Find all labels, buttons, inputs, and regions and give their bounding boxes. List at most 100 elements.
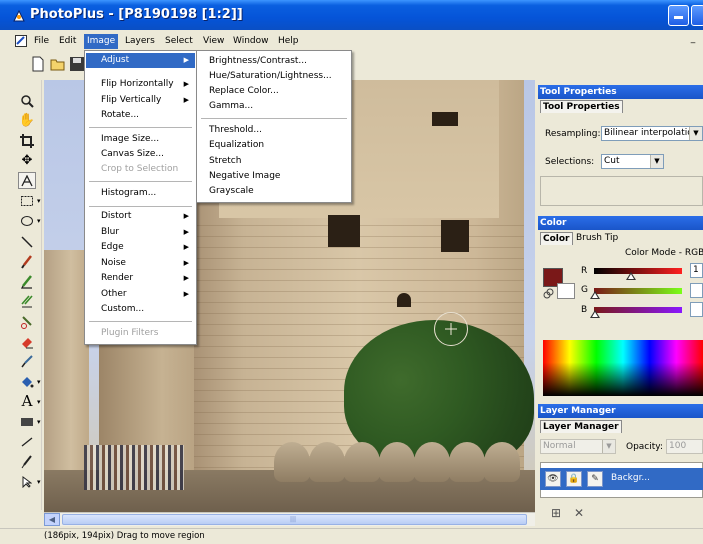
ram-sphinx	[379, 442, 415, 482]
crop-tool-icon[interactable]	[18, 132, 36, 149]
color-spectrum[interactable]	[543, 340, 703, 396]
menu-item-equalization[interactable]: Equalization	[198, 138, 350, 153]
blend-mode-dropdown: Normal ▼	[540, 439, 616, 454]
menu-item-brightness-contrast[interactable]: Brightness/Contrast...	[198, 54, 350, 69]
menu-item-hue-saturation-lightness[interactable]: Hue/Saturation/Lightness...	[198, 69, 350, 84]
menu-separator	[89, 206, 192, 207]
layer-visibility-icon[interactable]: 👁	[545, 471, 561, 487]
swap-colors-icon[interactable]	[543, 288, 554, 299]
background-color-swatch[interactable]	[557, 283, 575, 299]
blue-slider[interactable]	[594, 307, 682, 313]
menu-view[interactable]: View	[200, 34, 227, 49]
straight-line-tool-icon[interactable]	[18, 433, 36, 450]
menu-item-histogram[interactable]: Histogram...	[86, 186, 195, 201]
menu-item-replace-color[interactable]: Replace Color...	[198, 84, 350, 99]
minimize-button[interactable]	[668, 5, 689, 26]
green-slider[interactable]	[594, 288, 682, 294]
wall-window	[328, 215, 360, 247]
menu-file[interactable]: File	[31, 34, 52, 49]
blue-value-input[interactable]	[690, 302, 703, 317]
mdi-minimize-button[interactable]: _	[686, 33, 700, 47]
new-file-icon[interactable]	[30, 56, 46, 72]
menu-item-render[interactable]: Render ▶	[86, 271, 195, 286]
menu-help[interactable]: Help	[275, 34, 302, 49]
menu-item-negative-image[interactable]: Negative Image	[198, 169, 350, 184]
layer-manager-header[interactable]: Layer Manager	[538, 404, 703, 418]
green-slider-thumb[interactable]	[590, 291, 600, 299]
shape-tool-icon[interactable]: ▾	[18, 413, 41, 430]
menu-item-blur[interactable]: Blur ▶	[86, 225, 195, 240]
menu-item-gamma[interactable]: Gamma...	[198, 99, 350, 114]
status-text: (186pix, 194pix) Drag to move region	[44, 531, 205, 541]
color-pickup-tool-icon[interactable]	[18, 453, 36, 470]
color-mode-label: Color Mode - RGB	[625, 248, 703, 258]
menu-item-edge[interactable]: Edge ▶	[86, 240, 195, 255]
menu-item-adjust[interactable]: Adjust ▶	[86, 53, 195, 68]
menu-item-grayscale[interactable]: Grayscale	[198, 184, 350, 199]
color-replace-tool-icon[interactable]	[18, 353, 36, 370]
layer-lock-icon[interactable]: 🔒	[566, 471, 582, 487]
menu-item-flip-vertically[interactable]: Flip Vertically ▶	[86, 93, 195, 108]
menu-item-flip-horizontally[interactable]: Flip Horizontally ▶	[86, 77, 195, 92]
tab-color[interactable]: Color	[540, 232, 573, 245]
menu-item-image-size[interactable]: Image Size...	[86, 132, 195, 147]
menu-item-noise[interactable]: Noise ▶	[86, 256, 195, 271]
tab-tool-properties[interactable]: Tool Properties	[540, 100, 623, 113]
menu-item-plugin-filters: Plugin Filters	[101, 328, 159, 338]
menu-image[interactable]: Image	[84, 34, 119, 49]
maximize-button[interactable]	[691, 5, 703, 26]
node-edit-tool-icon[interactable]: ▾	[18, 473, 41, 490]
save-icon[interactable]	[69, 56, 85, 72]
menu-item-custom[interactable]: Custom...	[86, 302, 195, 317]
clone-tool-icon[interactable]	[18, 313, 36, 330]
line-tool-icon[interactable]	[18, 233, 36, 250]
hand-tool-icon[interactable]: ✋	[18, 112, 36, 129]
open-folder-icon[interactable]	[50, 56, 66, 72]
selections-dropdown[interactable]: Cut ▼	[601, 154, 664, 169]
menu-item-other[interactable]: Other ▶	[86, 287, 195, 302]
ram-sphinx	[309, 442, 345, 482]
tab-layer-manager[interactable]: Layer Manager	[540, 420, 622, 433]
menu-item-distort[interactable]: Distort ▶	[86, 209, 195, 224]
scroll-left-button[interactable]: ◀	[44, 513, 60, 526]
submenu-arrow-icon: ▶	[183, 290, 189, 298]
layer-edit-icon[interactable]: ✎	[587, 471, 603, 487]
pencil-tool-icon[interactable]	[18, 273, 36, 290]
delete-layer-icon[interactable]: ✕	[574, 506, 584, 520]
document-icon[interactable]	[15, 35, 27, 47]
blue-slider-thumb[interactable]	[590, 310, 600, 318]
resampling-dropdown[interactable]: Bilinear interpolation ▼	[601, 126, 703, 141]
text-mask-tool-icon[interactable]	[18, 172, 36, 189]
menu-select[interactable]: Select	[162, 34, 196, 49]
ram-sphinx	[449, 442, 485, 482]
green-value-input[interactable]	[690, 283, 703, 298]
menu-item-rotate[interactable]: Rotate...	[86, 108, 195, 123]
menu-item-threshold[interactable]: Threshold...	[198, 123, 350, 138]
channel-label-r: R	[581, 266, 588, 276]
zoom-tool-icon[interactable]	[18, 92, 36, 109]
rectangle-select-tool-icon[interactable]: ▾	[18, 192, 41, 209]
move-tool-icon[interactable]: ✥	[18, 152, 36, 169]
tool-properties-header[interactable]: Tool Properties	[538, 85, 703, 99]
smudge-tool-icon[interactable]	[18, 293, 36, 310]
new-layer-icon[interactable]: ⊞	[551, 506, 561, 520]
red-value-input[interactable]: 1	[690, 263, 703, 278]
menu-edit[interactable]: Edit	[56, 34, 79, 49]
menu-item-canvas-size[interactable]: Canvas Size...	[86, 147, 195, 162]
menu-item-crop-to-selection: Crop to Selection	[101, 164, 179, 174]
text-tool-icon[interactable]: A ▾	[18, 393, 41, 410]
chevron-down-icon: ▼	[689, 127, 702, 140]
submenu-arrow-icon: ▶	[183, 228, 189, 236]
tab-brush-tip[interactable]: Brush Tip	[576, 232, 618, 245]
menu-window[interactable]: Window	[230, 34, 272, 49]
fill-tool-icon[interactable]: ▾	[18, 373, 41, 390]
menu-item-stretch[interactable]: Stretch	[198, 154, 350, 169]
paintbrush-tool-icon[interactable]	[18, 253, 36, 270]
menu-layers[interactable]: Layers	[122, 34, 158, 49]
eraser-tool-icon[interactable]	[18, 333, 36, 350]
red-slider-thumb[interactable]	[626, 272, 636, 280]
red-slider[interactable]	[594, 268, 682, 274]
image-menu: Adjust ▶ Flip Horizontally ▶ Flip Vertical…	[84, 50, 197, 345]
ellipse-select-tool-icon[interactable]: ▾	[18, 212, 41, 229]
color-panel-header[interactable]: Color	[538, 216, 703, 230]
